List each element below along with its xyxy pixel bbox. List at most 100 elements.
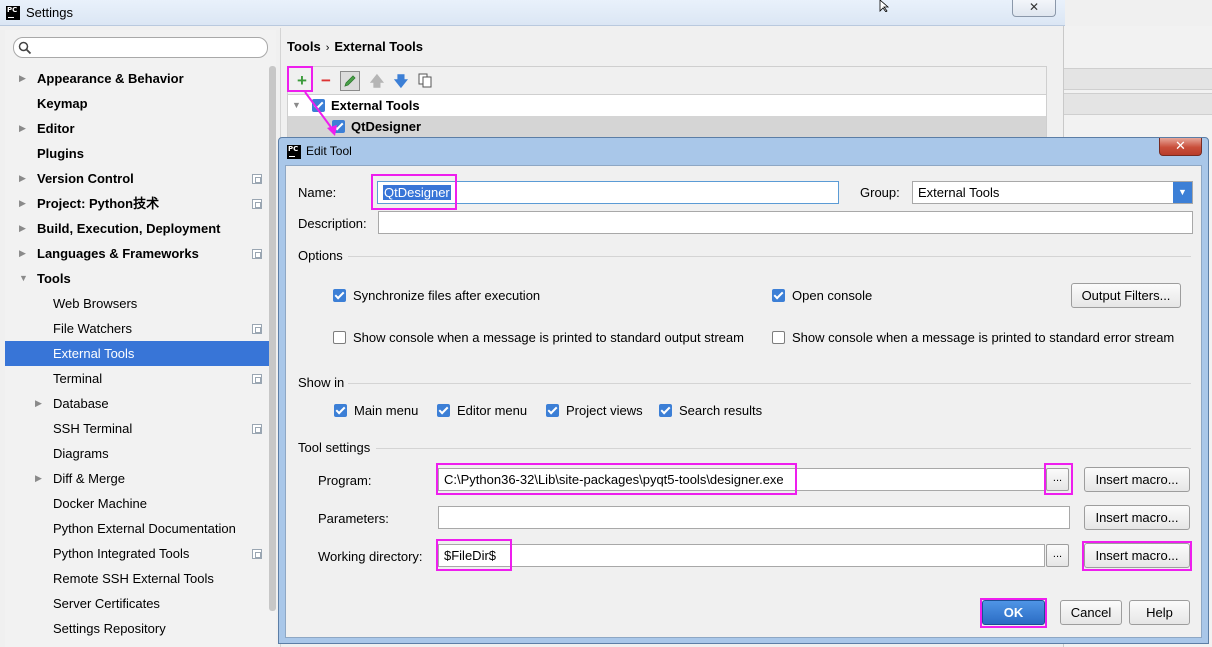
help-button[interactable]: Help [1129, 600, 1190, 625]
sidebar-item[interactable]: Keymap [5, 91, 265, 116]
move-up-icon[interactable]: 🡅 [366, 70, 388, 92]
description-label: Description: [298, 216, 367, 231]
program-browse-button[interactable]: ... [1046, 468, 1069, 491]
sidebar-item-label: Build, Execution, Deployment [37, 221, 221, 236]
edit-icon[interactable] [340, 71, 360, 91]
sidebar-item[interactable]: Diagrams [5, 441, 265, 466]
settings-search-box[interactable] [13, 37, 268, 58]
sidebar-item-label: Remote SSH External Tools [53, 571, 214, 586]
collapsed-arrow-icon[interactable]: ▶ [19, 241, 26, 266]
sync-files-label: Synchronize files after execution [353, 288, 541, 303]
editor-menu-checkbox[interactable] [437, 404, 450, 417]
open-console-checkbox[interactable] [772, 289, 785, 302]
collapsed-arrow-icon[interactable]: ▶ [35, 391, 42, 416]
collapsed-arrow-icon[interactable]: ▶ [19, 216, 26, 241]
show-in-search-results[interactable]: Search results [659, 403, 762, 418]
sync-files-checkbox[interactable] [333, 289, 346, 302]
stdout-option[interactable]: Show console when a message is printed t… [333, 330, 744, 345]
sidebar-item[interactable]: ▶ Editor [5, 116, 265, 141]
stdout-checkbox[interactable] [333, 331, 346, 344]
sidebar-scrollbar[interactable] [269, 66, 276, 611]
settings-search-input[interactable] [36, 39, 261, 56]
close-icon[interactable]: ✕ [1159, 138, 1202, 156]
show-in-project-views[interactable]: Project views [546, 403, 643, 418]
collapsed-arrow-icon[interactable]: ▶ [35, 466, 42, 491]
sidebar-item[interactable]: ▶ Version Control [5, 166, 265, 191]
collapsed-arrow-icon[interactable]: ▶ [19, 116, 26, 141]
sidebar-item[interactable]: Terminal [5, 366, 265, 391]
move-down-icon[interactable]: 🡇 [390, 70, 412, 92]
sidebar-item[interactable]: Plugins [5, 141, 265, 166]
parameters-field[interactable] [438, 506, 1070, 529]
collapsed-arrow-icon[interactable]: ▶ [19, 191, 26, 216]
name-field[interactable]: QtDesigner [377, 181, 839, 204]
expanded-arrow-icon[interactable]: ▼ [19, 266, 28, 291]
project-views-label: Project views [566, 403, 643, 418]
output-filters-button[interactable]: Output Filters... [1071, 283, 1181, 308]
pycharm-logo-icon: PC [6, 6, 20, 20]
stderr-checkbox[interactable] [772, 331, 785, 344]
sidebar-item[interactable]: Remote SSH External Tools [5, 566, 265, 591]
working-dir-insert-macro-button[interactable]: Insert macro... [1084, 543, 1190, 568]
show-in-editor-menu[interactable]: Editor menu [437, 403, 527, 418]
sidebar-item-label: Docker Machine [53, 496, 147, 511]
settings-close-button[interactable]: ✕ [1012, 0, 1056, 17]
parameters-insert-macro-button[interactable]: Insert macro... [1084, 505, 1190, 530]
sidebar-item[interactable]: Python Integrated Tools [5, 541, 265, 566]
description-field[interactable] [378, 211, 1193, 234]
sidebar-item[interactable]: ▶ Appearance & Behavior [5, 66, 265, 91]
program-field[interactable]: C:\Python36-32\Lib\site-packages\pyqt5-t… [438, 468, 1045, 491]
sidebar-item[interactable]: ▶ Diff & Merge [5, 466, 265, 491]
sidebar-item-label: Server Certificates [53, 596, 160, 611]
breadcrumb-parent[interactable]: Tools [287, 39, 321, 54]
sidebar-item-label: Version Control [37, 171, 134, 186]
sidebar-item[interactable]: Docker Machine [5, 491, 265, 516]
tool-group-row[interactable]: ▼ External Tools [288, 95, 1046, 116]
sidebar-item-label: External Tools [53, 346, 135, 361]
cancel-button[interactable]: Cancel [1060, 600, 1122, 625]
open-console-option[interactable]: Open console [772, 288, 872, 303]
program-value: C:\Python36-32\Lib\site-packages\pyqt5-t… [444, 472, 784, 487]
project-scope-icon [252, 374, 262, 384]
collapsed-arrow-icon[interactable]: ▶ [19, 66, 26, 91]
name-value: QtDesigner [383, 185, 451, 200]
search-results-label: Search results [679, 403, 763, 418]
copy-icon[interactable] [414, 70, 436, 92]
ok-button[interactable]: OK [982, 600, 1045, 625]
group-select[interactable]: External Tools ▼ [912, 181, 1193, 204]
sidebar-item[interactable]: External Tools [5, 341, 276, 366]
main-menu-checkbox[interactable] [334, 404, 347, 417]
sidebar-item[interactable]: File Watchers [5, 316, 265, 341]
sidebar-item[interactable]: Python External Documentation [5, 516, 265, 541]
sidebar-item-label: Editor [37, 121, 75, 136]
sidebar-item[interactable]: Settings Repository [5, 616, 265, 641]
sidebar-item-label: Project: Python技术 [37, 196, 160, 211]
sidebar-item[interactable]: ▶ Languages & Frameworks [5, 241, 265, 266]
collapsed-arrow-icon[interactable]: ▶ [19, 166, 26, 191]
working-dir-field[interactable]: $FileDir$ [438, 544, 1045, 567]
working-dir-browse-button[interactable]: ... [1046, 544, 1069, 567]
open-console-label: Open console [792, 288, 873, 303]
project-scope-icon [252, 174, 262, 184]
sidebar-item[interactable]: Server Certificates [5, 591, 265, 616]
project-views-checkbox[interactable] [546, 404, 559, 417]
sidebar-item[interactable]: ▼ Tools [5, 266, 265, 291]
program-insert-macro-button[interactable]: Insert macro... [1084, 467, 1190, 492]
sidebar-item[interactable]: Web Browsers [5, 291, 265, 316]
search-results-checkbox[interactable] [659, 404, 672, 417]
sidebar-item-label: Diagrams [53, 446, 109, 461]
chevron-down-icon[interactable]: ▼ [1173, 182, 1192, 203]
sidebar-item-label: Diff & Merge [53, 471, 126, 486]
tool-item-row[interactable]: QtDesigner [288, 116, 1046, 137]
sidebar-item[interactable]: SSH Terminal [5, 416, 265, 441]
add-icon[interactable]: + [291, 70, 313, 92]
sidebar-item[interactable]: ▶ Database [5, 391, 265, 416]
remove-icon[interactable]: − [315, 70, 337, 92]
sidebar-item[interactable]: ▶ Build, Execution, Deployment [5, 216, 265, 241]
stderr-option[interactable]: Show console when a message is printed t… [772, 330, 1174, 345]
sidebar-item[interactable]: ▶ Project: Python技术 [5, 191, 265, 216]
settings-titlebar: PC Settings [0, 0, 1065, 26]
sync-files-option[interactable]: Synchronize files after execution [333, 288, 540, 303]
main-menu-label: Main menu [354, 403, 419, 418]
show-in-main-menu[interactable]: Main menu [334, 403, 418, 418]
